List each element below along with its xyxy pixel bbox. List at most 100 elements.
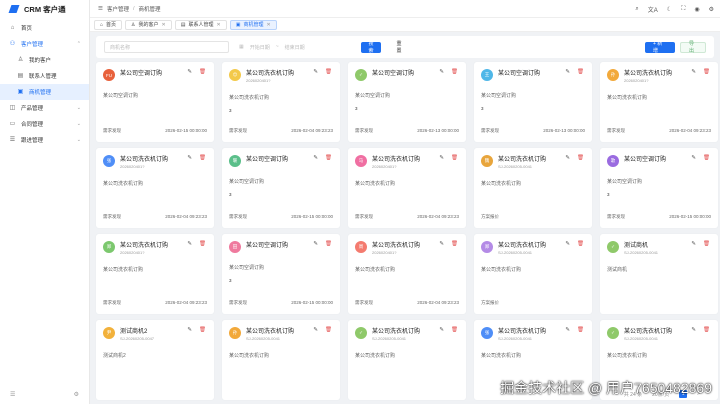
edit-icon[interactable]: ✎ (313, 241, 318, 247)
breadcrumb-item[interactable]: 客户管理 (107, 5, 129, 13)
edit-icon[interactable]: ✎ (313, 155, 318, 161)
delete-icon[interactable]: 🗑 (451, 155, 458, 161)
next-page-button[interactable]: > (697, 391, 700, 397)
delete-icon[interactable]: 🗑 (577, 241, 584, 247)
sidebar-item-followups[interactable]: ☰ 跟进管理 ⌄ (0, 132, 89, 148)
edit-icon[interactable]: ✎ (565, 327, 570, 333)
delete-icon[interactable]: 🗑 (325, 155, 332, 161)
edit-icon[interactable]: ✎ (439, 241, 444, 247)
end-date-field[interactable]: 结束日期 (285, 44, 305, 51)
settings-icon[interactable]: ⚙ (74, 391, 79, 398)
sidebar-item-my-customers[interactable]: ♙ 我的客户 (0, 52, 89, 68)
close-icon[interactable]: ✕ (266, 22, 270, 28)
search-button[interactable]: 搜索 (361, 41, 381, 54)
sidebar-item-contacts[interactable]: ▤ 联系人管理 (0, 68, 89, 84)
tab-contacts[interactable]: ▤ 联系人管理 ✕ (174, 19, 227, 30)
export-button[interactable]: 导出 (680, 41, 706, 54)
avatar[interactable]: ◉ (694, 6, 699, 13)
edit-icon[interactable]: ✎ (187, 69, 192, 75)
edit-icon[interactable]: ✎ (691, 327, 696, 333)
opportunity-card[interactable]: 郑 某公司洗衣机订购 SJ-20260205-0041 ✎ 🗑 某公司洗衣机订购… (474, 234, 592, 314)
opportunity-card[interactable]: 暖 某公司空调订购 ✎ 🗑 某公司空调订购 3 需求发现 2026-02-15 … (222, 148, 340, 228)
opportunity-card[interactable]: 周 某公司洗衣机订购 2026020401? ✎ 🗑 某公司洗衣机订购 需求发现… (348, 234, 466, 314)
delete-icon[interactable]: 🗑 (703, 327, 710, 333)
add-button[interactable]: + 新增 (645, 41, 675, 54)
app-logo[interactable]: CRM 客户通 (0, 0, 89, 18)
opportunity-card[interactable]: 孙 某公司洗衣机订购 SJ-20260205-0041 ✎ 🗑 某公司洗衣机订购 (222, 320, 340, 400)
page-button-current[interactable]: 1 (679, 390, 688, 398)
edit-icon[interactable]: ✎ (691, 241, 696, 247)
edit-icon[interactable]: ✎ (565, 69, 570, 75)
language-switch[interactable]: 文A (648, 5, 658, 14)
delete-icon[interactable]: 🗑 (451, 327, 458, 333)
fullscreen-icon[interactable]: ⛶ (681, 6, 685, 13)
menu-toggle-icon[interactable]: ☰ (98, 6, 103, 12)
reset-button[interactable]: 重置 (389, 41, 409, 54)
opportunity-card[interactable]: ✓ 某公司洗衣机订购 SJ-20260205-0041 ✎ 🗑 某公司洗衣机订购 (348, 320, 466, 400)
edit-icon[interactable]: ✎ (691, 155, 696, 161)
opportunity-card[interactable]: 😊 某公司洗衣机订购 2026020401? ✎ 🗑 某公司洗衣机订购 3 需求… (222, 62, 340, 142)
tab-opportunities[interactable]: ▣ 商机管理 ✕ (229, 19, 277, 30)
delete-icon[interactable]: 🗑 (199, 327, 206, 333)
sidebar-item-customers[interactable]: ⚇ 客户管理 ⌃ (0, 36, 89, 52)
card-actions: ✎ 🗑 (439, 327, 458, 333)
opportunity-card[interactable]: 马 某公司洗衣机订购 2026020401? ✎ 🗑 某公司洗衣机订购 需求发现… (348, 148, 466, 228)
opportunity-card[interactable]: ✓ 测试商机 SJ-20260205-0041 ✎ 🗑 测试商机 (600, 234, 718, 314)
edit-icon[interactable]: ✎ (691, 69, 696, 75)
delete-icon[interactable]: 🗑 (451, 241, 458, 247)
date-range-picker[interactable]: ▦ 开始日期 ~ 结束日期 (239, 41, 349, 53)
delete-icon[interactable]: 🗑 (325, 241, 332, 247)
opportunity-card[interactable]: ✓ 某公司空调订购 ✎ 🗑 某公司空调订购 3 需求发现 2026-02-13 … (348, 62, 466, 142)
tab-home[interactable]: ⌂ 首页 (94, 19, 123, 30)
search-icon[interactable]: ⌕ (635, 6, 638, 13)
opportunity-card[interactable]: 尹 测试商机2 SJ-20260205-0047 ✎ 🗑 测试商机2 (96, 320, 214, 400)
opportunity-card[interactable]: 郑 某公司洗衣机订购 2026020401? ✎ 🗑 某公司洗衣机订购 需求发现… (96, 234, 214, 314)
tab-my-customers[interactable]: ♙ 我的客户 ✕ (125, 19, 172, 30)
dark-mode-icon[interactable]: ☾ (667, 6, 672, 13)
settings-icon[interactable]: ⚙ (709, 6, 714, 13)
delete-icon[interactable]: 🗑 (577, 155, 584, 161)
edit-icon[interactable]: ✎ (439, 155, 444, 161)
delete-icon[interactable]: 🗑 (325, 69, 332, 75)
delete-icon[interactable]: 🗑 (451, 69, 458, 75)
edit-icon[interactable]: ✎ (313, 327, 318, 333)
opportunity-card[interactable]: 孙 某公司洗衣机订购 2026020401? ✎ 🗑 某公司洗衣机订购 需求发现… (600, 62, 718, 142)
sidebar-item-home[interactable]: ⌂ 首页 (0, 20, 89, 36)
delete-icon[interactable]: 🗑 (703, 69, 710, 75)
opportunity-card[interactable]: 歌 某公司空调订购 ✎ 🗑 某公司空调订购 3 需求发现 2026-02-15 … (600, 148, 718, 228)
opportunity-card[interactable]: 魏 某公司洗衣机订购 SJ-20260205-0041 ✎ 🗑 某公司洗衣机订购… (474, 148, 592, 228)
delete-icon[interactable]: 🗑 (199, 155, 206, 161)
delete-icon[interactable]: 🗑 (199, 241, 206, 247)
opportunity-card[interactable]: 王 某公司空调订购 ✎ 🗑 某公司空调订购 3 需求发现 2026-02-13 … (474, 62, 592, 142)
card-date: 2026-02-15 00:00:00 (669, 214, 711, 219)
sidebar-item-products[interactable]: ◫ 产品管理 ⌄ (0, 100, 89, 116)
close-icon[interactable]: ✕ (217, 22, 221, 28)
opportunity-card[interactable]: 田 某公司空调订购 ✎ 🗑 某公司空调订购 3 需求发现 2026-02-15 … (222, 234, 340, 314)
delete-icon[interactable]: 🗑 (577, 69, 584, 75)
edit-icon[interactable]: ✎ (439, 327, 444, 333)
delete-icon[interactable]: 🗑 (703, 155, 710, 161)
delete-icon[interactable]: 🗑 (703, 241, 710, 247)
card-id: 2026020401? (372, 164, 397, 169)
edit-icon[interactable]: ✎ (187, 241, 192, 247)
opportunity-card[interactable]: FU 某公司空调订购 ✎ 🗑 某公司空调订购 需求发现 2026-02-15 0… (96, 62, 214, 142)
opportunity-card[interactable]: 张 某公司洗衣机订购 2026020401? ✎ 🗑 某公司洗衣机订购 需求发现… (96, 148, 214, 228)
opportunity-card[interactable]: 张 某公司洗衣机订购 SJ-20260205-0041 ✎ 🗑 某公司洗衣机订购 (474, 320, 592, 400)
page-size-select[interactable]: 20条/页 (652, 391, 669, 398)
opportunity-card[interactable]: ✓ 某公司洗衣机订购 SJ-20260205-0041 ✎ 🗑 某公司洗衣机订购 (600, 320, 718, 400)
opportunity-name-input[interactable]: 商机名称 (104, 41, 229, 53)
edit-icon[interactable]: ✎ (565, 241, 570, 247)
start-date-field[interactable]: 开始日期 (250, 44, 270, 51)
edit-icon[interactable]: ✎ (313, 69, 318, 75)
close-icon[interactable]: ✕ (162, 22, 166, 28)
delete-icon[interactable]: 🗑 (199, 69, 206, 75)
sidebar-item-opportunities[interactable]: ▣ 商机管理 (0, 84, 89, 100)
sidebar-item-contracts[interactable]: ▭ 合同管理 ⌄ (0, 116, 89, 132)
collapse-icon[interactable]: ☰ (10, 391, 15, 398)
edit-icon[interactable]: ✎ (439, 69, 444, 75)
delete-icon[interactable]: 🗑 (325, 327, 332, 333)
delete-icon[interactable]: 🗑 (577, 327, 584, 333)
edit-icon[interactable]: ✎ (187, 327, 192, 333)
edit-icon[interactable]: ✎ (187, 155, 192, 161)
edit-icon[interactable]: ✎ (565, 155, 570, 161)
